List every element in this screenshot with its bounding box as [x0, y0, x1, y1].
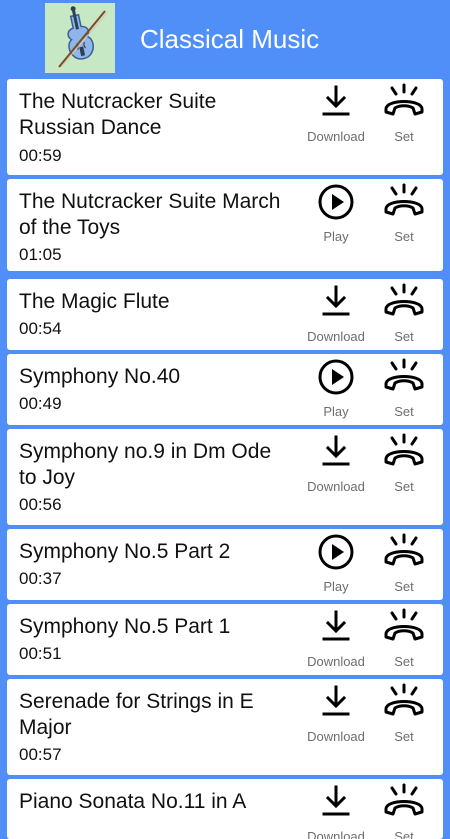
- track-item[interactable]: Symphony No.40 00:49 Play Set: [7, 354, 443, 425]
- set-ringtone-button[interactable]: Set: [379, 783, 429, 839]
- ringtone-phone-icon: [379, 83, 429, 121]
- track-duration: 00:37: [19, 569, 62, 588]
- download-button[interactable]: Download: [299, 608, 373, 670]
- app-header: Classical Music: [0, 0, 450, 79]
- track-item[interactable]: Serenade for Strings in E Major 00:57 Down…: [7, 679, 443, 775]
- action-label: Play: [323, 229, 349, 244]
- track-duration: 00:49: [19, 394, 62, 413]
- set-label: Set: [394, 579, 414, 594]
- track-duration: 00:54: [19, 319, 62, 338]
- set-label: Set: [394, 329, 414, 344]
- play-button[interactable]: Play: [299, 183, 373, 245]
- download-button[interactable]: Download: [299, 283, 373, 345]
- action-label: Play: [323, 404, 349, 419]
- ringtone-phone-icon: [379, 783, 429, 821]
- play-icon: [299, 183, 373, 221]
- ringtone-phone-icon: [379, 283, 429, 321]
- set-label: Set: [394, 479, 414, 494]
- track-item[interactable]: The Nutcracker Suite Russian Dance 00:59 D…: [7, 79, 443, 175]
- track-title: Symphony no.9 in Dm Ode to Joy: [19, 440, 272, 489]
- track-duration: 00:59: [19, 146, 62, 165]
- download-button[interactable]: Download: [299, 83, 373, 145]
- track-title: Symphony No.40: [19, 365, 181, 388]
- set-ringtone-button[interactable]: Set: [379, 358, 429, 420]
- ringtone-phone-icon: [379, 433, 429, 471]
- action-label: Download: [307, 654, 365, 669]
- track-title: The Magic Flute: [19, 290, 170, 313]
- track-item[interactable]: Symphony No.5 Part 2 00:37 Play Set: [7, 529, 443, 600]
- download-icon: [299, 683, 373, 721]
- app-title: Classical Music: [140, 24, 320, 54]
- download-icon: [299, 783, 373, 821]
- play-icon: [299, 358, 373, 396]
- set-ringtone-button[interactable]: Set: [379, 83, 429, 145]
- action-label: Download: [307, 479, 365, 494]
- download-button[interactable]: Download: [299, 783, 373, 839]
- set-ringtone-button[interactable]: Set: [379, 433, 429, 495]
- set-label: Set: [394, 729, 414, 744]
- ringtone-phone-icon: [379, 183, 429, 221]
- play-button[interactable]: Play: [299, 358, 373, 420]
- track-duration: 01:05: [19, 245, 62, 264]
- set-label: Set: [394, 654, 414, 669]
- set-label: Set: [394, 129, 414, 144]
- download-icon: [299, 83, 373, 121]
- track-title: Serenade for Strings in E Major: [19, 690, 254, 739]
- download-icon: [299, 283, 373, 321]
- action-label: Download: [307, 829, 365, 839]
- action-label: Play: [323, 579, 349, 594]
- set-label: Set: [394, 829, 414, 839]
- track-item[interactable]: Piano Sonata No.11 in A Download Set: [7, 779, 443, 839]
- ringtone-phone-icon: [379, 608, 429, 646]
- track-item[interactable]: Symphony no.9 in Dm Ode to Joy 00:56 Downl…: [7, 429, 443, 525]
- download-icon: [299, 433, 373, 471]
- set-ringtone-button[interactable]: Set: [379, 608, 429, 670]
- track-title: Symphony No.5 Part 1: [19, 615, 231, 638]
- track-duration: 00:56: [19, 495, 62, 514]
- set-ringtone-button[interactable]: Set: [379, 183, 429, 245]
- track-duration: 00:51: [19, 644, 62, 663]
- play-button[interactable]: Play: [299, 533, 373, 595]
- download-icon: [299, 608, 373, 646]
- ringtone-phone-icon: [379, 533, 429, 571]
- action-label: Download: [307, 329, 365, 344]
- track-duration: 00:57: [19, 745, 62, 764]
- track-item[interactable]: The Magic Flute 00:54 Download Set: [7, 279, 443, 350]
- download-button[interactable]: Download: [299, 433, 373, 495]
- ringtone-phone-icon: [379, 683, 429, 721]
- action-label: Download: [307, 729, 365, 744]
- track-title: The Nutcracker Suite March of the Toys: [19, 190, 281, 239]
- violin-icon: [45, 3, 115, 73]
- track-title: The Nutcracker Suite Russian Dance: [19, 90, 217, 139]
- track-item[interactable]: The Nutcracker Suite March of the Toys 01…: [7, 179, 443, 271]
- action-label: Download: [307, 129, 365, 144]
- track-item[interactable]: Symphony No.5 Part 1 00:51 Download Set: [7, 604, 443, 675]
- download-button[interactable]: Download: [299, 683, 373, 745]
- set-label: Set: [394, 229, 414, 244]
- set-ringtone-button[interactable]: Set: [379, 533, 429, 595]
- track-title: Piano Sonata No.11 in A: [19, 790, 247, 813]
- ringtone-phone-icon: [379, 358, 429, 396]
- play-icon: [299, 533, 373, 571]
- set-ringtone-button[interactable]: Set: [379, 683, 429, 745]
- set-ringtone-button[interactable]: Set: [379, 283, 429, 345]
- track-title: Symphony No.5 Part 2: [19, 540, 231, 563]
- set-label: Set: [394, 404, 414, 419]
